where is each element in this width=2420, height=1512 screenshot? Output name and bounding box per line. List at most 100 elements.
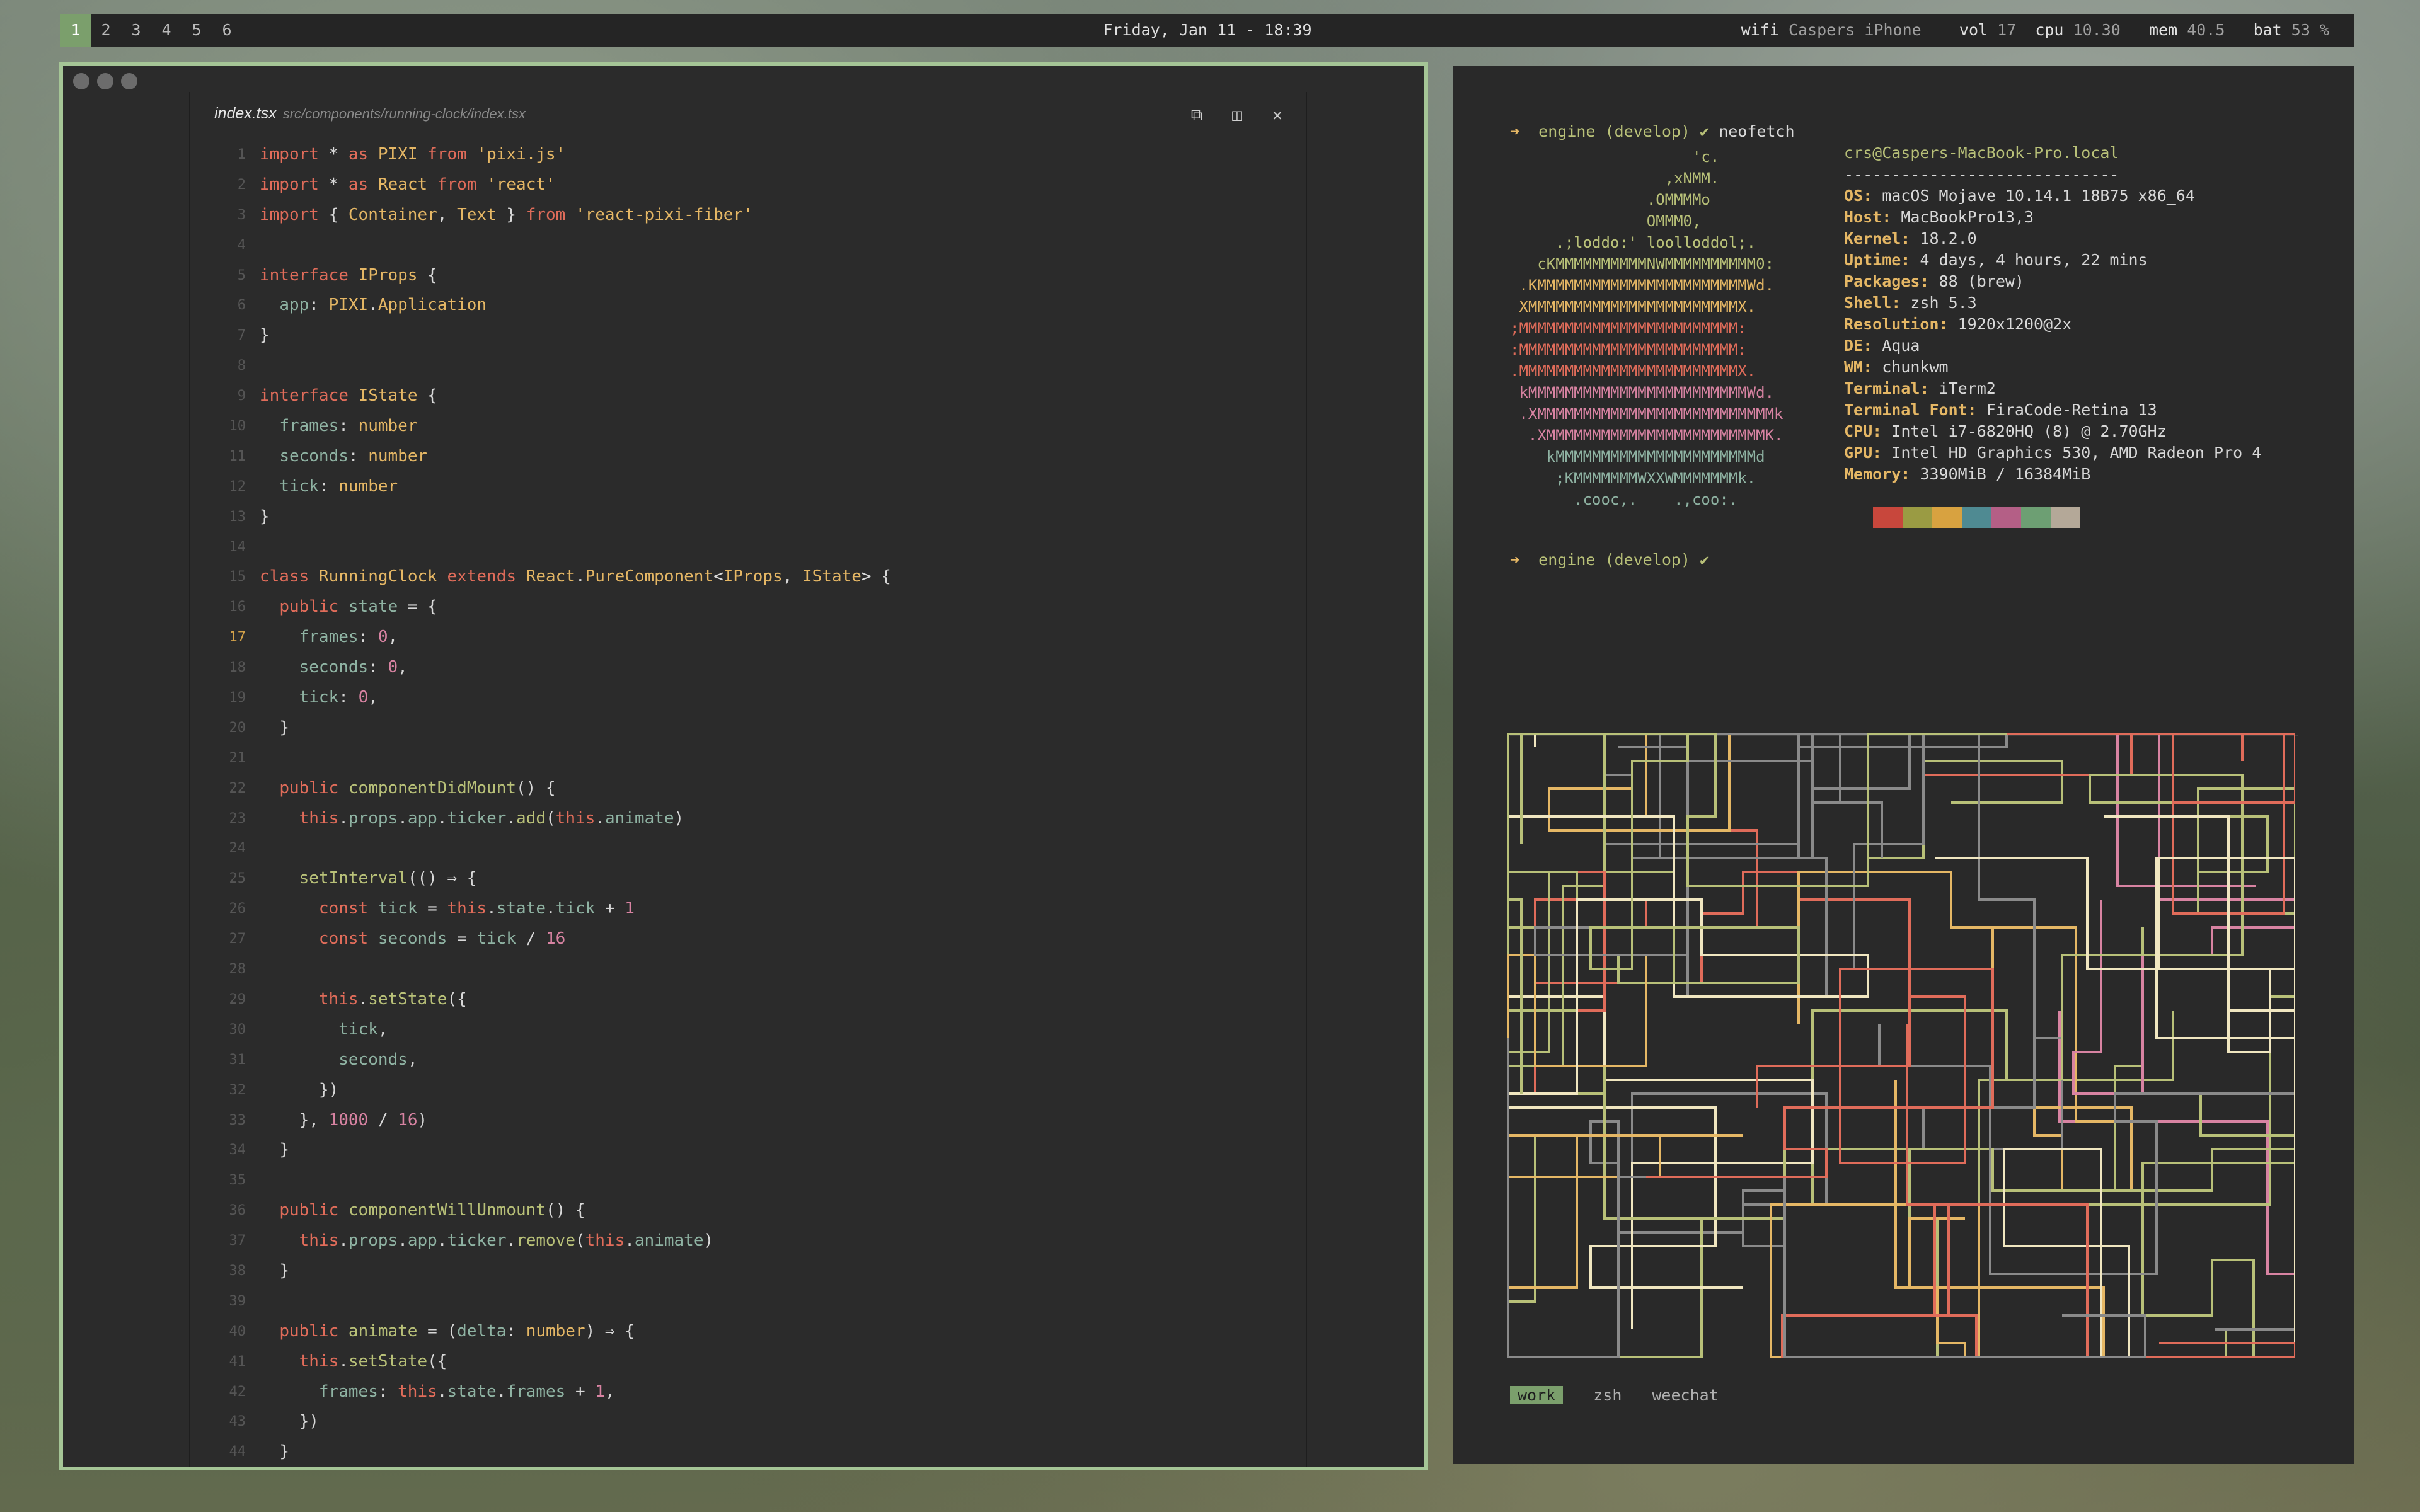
file-name: index.tsx [214, 105, 277, 122]
window-zoom-dot[interactable] [121, 73, 137, 89]
code-text: public state = { [279, 597, 437, 617]
code-line[interactable]: 1 import * as PIXI from 'pixi.js' [189, 140, 1298, 170]
info-label: Uptime: [1844, 251, 1911, 269]
info-value: chunkwm [1872, 358, 1949, 376]
line-number: 13 [229, 508, 246, 525]
close-icon[interactable]: ✕ [1267, 105, 1288, 126]
code-line[interactable]: 4 [189, 231, 1298, 261]
code-line[interactable]: 21 [189, 743, 1298, 774]
code-line[interactable]: 39 [189, 1286, 1298, 1317]
code-line[interactable]: 3 import { Container, Text } from 'react-… [189, 200, 1298, 231]
code-text: } [279, 1140, 289, 1160]
code-line[interactable]: 5 interface IProps { [189, 261, 1298, 291]
line-number: 11 [229, 448, 246, 464]
line-number: 19 [229, 690, 246, 706]
code-area[interactable]: 1 import * as PIXI from 'pixi.js' 2 import … [189, 140, 1298, 1467]
code-line[interactable]: 26 const tick = this.state.tick + 1 [189, 894, 1298, 924]
code-line[interactable]: 12 tick: number [189, 472, 1298, 502]
window-minimize-dot[interactable] [97, 73, 113, 89]
tmux-window-zsh[interactable]: zsh [1593, 1386, 1622, 1404]
line-number: 1 [237, 147, 246, 163]
code-line[interactable]: 17 frames: 0, [189, 622, 1298, 653]
code-line[interactable]: 27 const seconds = tick / 16 [189, 924, 1298, 954]
editor-tab[interactable]: index.tsx src/components/running-clock/in… [214, 105, 526, 123]
code-line[interactable]: 10 frames: number [189, 411, 1298, 442]
code-line[interactable]: 42 frames: this.state.frames + 1, [189, 1377, 1298, 1407]
code-line[interactable]: 36 public componentWillUnmount() { [189, 1196, 1298, 1226]
line-number: 18 [229, 660, 246, 676]
ascii-logo-line: .KMMMMMMMMMMMMMMMMMMMMMMMWd. [1510, 277, 1775, 294]
code-line[interactable]: 2 import * as React from 'react' [189, 170, 1298, 200]
code-line[interactable]: 33 }, 1000 / 16) [189, 1106, 1298, 1136]
line-number: 44 [229, 1444, 246, 1460]
code-line[interactable]: 37 this.props.app.ticker.remove(this.ani… [189, 1226, 1298, 1256]
line-number: 6 [237, 297, 246, 314]
code-text: setInterval(() ⇒ { [299, 869, 477, 888]
ascii-logo-line: kMMMMMMMMMMMMMMMMMMMMMMMMWd. [1510, 384, 1775, 401]
bat-label: bat [2253, 21, 2282, 39]
code-line[interactable]: 38 } [189, 1256, 1298, 1286]
code-text: } [279, 718, 289, 737]
code-line[interactable]: 43 }) [189, 1407, 1298, 1437]
code-line[interactable]: 15 class RunningClock extends React.PureC… [189, 562, 1298, 592]
code-line[interactable]: 11 seconds: number [189, 442, 1298, 472]
line-number: 27 [229, 931, 246, 948]
code-line[interactable]: 23 this.props.app.ticker.add(this.animat… [189, 804, 1298, 834]
code-line[interactable]: 13} [189, 502, 1298, 532]
code-text: }) [318, 1080, 339, 1099]
info-value: Aqua [1872, 336, 1920, 355]
code-line[interactable]: 25 setInterval(() ⇒ { [189, 864, 1298, 894]
code-line[interactable]: 34 } [189, 1135, 1298, 1166]
ascii-logo-line: 'c. [1510, 148, 1720, 166]
pipe-segment [1686, 733, 2063, 1150]
code-line[interactable]: 20 } [189, 713, 1298, 743]
terminal-window[interactable]: ➜ engine (develop) ✔ neofetch 'c. ,xNMM.… [1453, 66, 2354, 1464]
tmux-window-weechat[interactable]: weechat [1652, 1386, 1718, 1404]
line-number: 40 [229, 1323, 246, 1339]
code-line[interactable]: 29 this.setState({ [189, 985, 1298, 1015]
line-number: 9 [237, 388, 246, 404]
pipe-segment [1507, 733, 2201, 1220]
line-number: 32 [229, 1082, 246, 1098]
code-line[interactable]: 35 [189, 1166, 1298, 1196]
split-icon[interactable]: ◫ [1226, 105, 1248, 126]
prompt-line-2: ➜ engine (develop) ✔ [1510, 549, 1709, 571]
code-line[interactable]: 14 [189, 532, 1298, 563]
info-value: FiraCode-Retina 13 [1976, 401, 2157, 419]
code-text: seconds: 0, [299, 658, 408, 677]
code-line[interactable]: 31 seconds, [189, 1045, 1298, 1075]
info-label: WM: [1844, 358, 1873, 376]
code-line[interactable]: 9 interface IState { [189, 381, 1298, 411]
code-line[interactable]: 22 public componentDidMount() { [189, 774, 1298, 804]
code-line[interactable]: 28 [189, 954, 1298, 985]
color-swatch [1873, 507, 1903, 528]
code-line[interactable]: 19 tick: 0, [189, 683, 1298, 713]
code-text: }) [299, 1412, 319, 1431]
info-label: Resolution: [1844, 315, 1949, 333]
code-line[interactable]: 30 tick, [189, 1015, 1298, 1045]
code-text: } [279, 1261, 289, 1280]
window-close-dot[interactable] [73, 73, 89, 89]
code-text: public componentWillUnmount() { [279, 1201, 585, 1220]
color-swatch [2021, 507, 2051, 528]
info-value: 4 days, 4 hours, 22 mins [1910, 251, 2148, 269]
code-line[interactable]: 8 [189, 351, 1298, 381]
code-line[interactable]: 40 public animate = (delta: number) ⇒ { [189, 1317, 1298, 1347]
code-line[interactable]: 16 public state = { [189, 592, 1298, 622]
pipe-segment [1589, 1092, 1828, 1247]
code-line[interactable]: 41 this.setState({ [189, 1347, 1298, 1377]
code-line[interactable]: 24 [189, 833, 1298, 864]
prompt-dir: engine [1538, 122, 1596, 140]
code-line[interactable]: 32 }) [189, 1075, 1298, 1106]
pipe-segment [1646, 968, 1994, 1178]
copy-icon[interactable]: ⧉ [1186, 105, 1207, 126]
code-line[interactable]: 44 } [189, 1437, 1298, 1467]
ascii-logo-line: ;MMMMMMMMMMMMMMMMMMMMMMMM: [1510, 319, 1747, 337]
status-bar: 123456 Friday, Jan 11 - 18:39 wifi Caspe… [60, 14, 2354, 47]
code-line[interactable]: 6 app: PIXI.Application [189, 290, 1298, 321]
ascii-logo-line: .OMMMMo [1510, 191, 1710, 209]
code-line[interactable]: 7} [189, 321, 1298, 351]
code-line[interactable]: 18 seconds: 0, [189, 653, 1298, 683]
info-label: Kernel: [1844, 229, 1911, 248]
tmux-window-work[interactable]: work [1510, 1386, 1564, 1404]
